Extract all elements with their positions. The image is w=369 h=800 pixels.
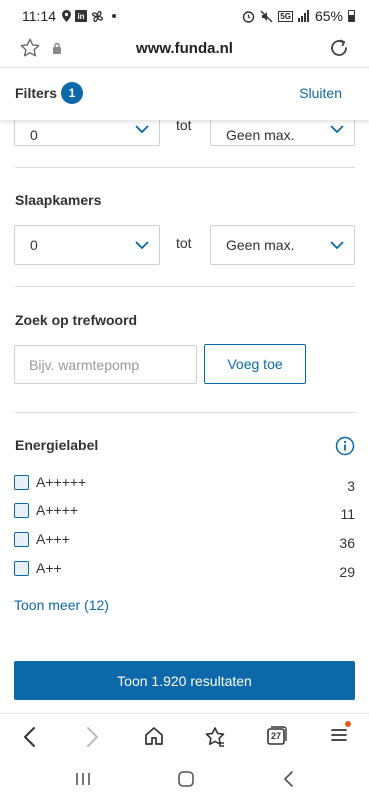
tabs-icon[interactable]: 27 — [266, 726, 288, 746]
bedrooms-min-value: 0 — [30, 237, 38, 253]
reload-icon[interactable] — [327, 36, 351, 60]
home-button-icon[interactable] — [177, 770, 195, 788]
energy-option-count: 36 — [339, 535, 355, 551]
mute-icon — [260, 10, 273, 22]
chevron-down-icon — [135, 125, 149, 133]
recent-apps-icon[interactable] — [74, 770, 92, 788]
energy-option-count: 3 — [347, 478, 355, 494]
divider — [15, 286, 355, 287]
show-more-link[interactable]: Toon meer (12) — [14, 597, 109, 613]
fan-icon — [91, 10, 104, 22]
info-icon[interactable] — [335, 436, 355, 456]
energy-option-count: 11 — [340, 506, 355, 522]
keyword-input[interactable] — [14, 345, 197, 384]
show-results-button[interactable]: Toon 1.920 resultaten — [14, 661, 355, 700]
bookmarks-icon[interactable] — [204, 726, 226, 748]
divider — [15, 412, 355, 413]
menu-icon[interactable] — [330, 726, 348, 744]
notification-dot-icon — [112, 14, 116, 18]
energy-checkbox[interactable] — [14, 531, 29, 547]
energy-option[interactable]: A+++++ 3 — [14, 472, 355, 494]
divider — [15, 167, 355, 168]
status-bar: 11:14 in 5G 65% — [0, 0, 369, 32]
range-max-value: Geen max. — [226, 127, 295, 143]
filters-title: Filters — [15, 85, 58, 101]
url-text[interactable]: www.funda.nl — [0, 40, 369, 57]
energy-option[interactable]: A++++ 11 — [14, 500, 355, 522]
chevron-down-icon — [135, 241, 149, 249]
location-icon — [62, 10, 71, 22]
energy-checkbox[interactable] — [14, 502, 29, 518]
home-icon[interactable] — [144, 726, 164, 746]
chevron-down-icon — [330, 125, 344, 133]
android-nav-bar — [0, 761, 369, 800]
chevron-down-icon — [330, 241, 344, 249]
bedrooms-min-select[interactable]: 0 — [14, 225, 160, 265]
linkedin-icon: in — [75, 10, 87, 22]
battery-icon — [348, 10, 355, 22]
battery-percentage: 65% — [314, 8, 343, 24]
signal-icon — [297, 10, 309, 22]
energy-option-label: A++ — [36, 560, 62, 576]
add-keyword-button[interactable]: Voeg toe — [204, 344, 306, 384]
tab-count: 27 — [270, 731, 281, 741]
back-icon[interactable] — [20, 726, 40, 748]
energy-option-label: A+++ — [36, 531, 70, 547]
bedrooms-separator: tot — [176, 235, 192, 251]
close-filters-link[interactable]: Sluiten — [299, 85, 342, 101]
filters-count-badge: 1 — [61, 82, 83, 104]
energy-label-title: Energielabel — [15, 437, 99, 453]
menu-notification-dot — [345, 721, 351, 727]
alarm-icon — [243, 10, 255, 23]
filters-header: Filters 1 Sluiten — [0, 68, 369, 120]
energy-option[interactable]: A++ 29 — [14, 558, 355, 580]
bedrooms-max-value: Geen max. — [226, 237, 295, 253]
keyword-title: Zoek op trefwoord — [15, 312, 138, 328]
energy-option-label: A+++++ — [36, 474, 87, 490]
energy-option[interactable]: A+++ 36 — [14, 529, 355, 551]
bedrooms-title: Slaapkamers — [15, 192, 102, 208]
system-back-icon[interactable] — [282, 770, 296, 788]
browser-toolbar: 27 — [0, 713, 369, 761]
url-bar: www.funda.nl — [0, 32, 369, 68]
status-time: 11:14 — [22, 8, 56, 24]
energy-checkbox[interactable] — [14, 474, 29, 490]
forward-icon[interactable] — [82, 726, 102, 748]
range-min-value: 0 — [30, 127, 38, 143]
energy-option-label: A++++ — [36, 502, 79, 518]
energy-option-count: 29 — [339, 564, 355, 580]
network-icon: 5G — [278, 10, 293, 22]
bedrooms-max-select[interactable]: Geen max. — [210, 225, 355, 265]
energy-checkbox[interactable] — [14, 560, 29, 576]
